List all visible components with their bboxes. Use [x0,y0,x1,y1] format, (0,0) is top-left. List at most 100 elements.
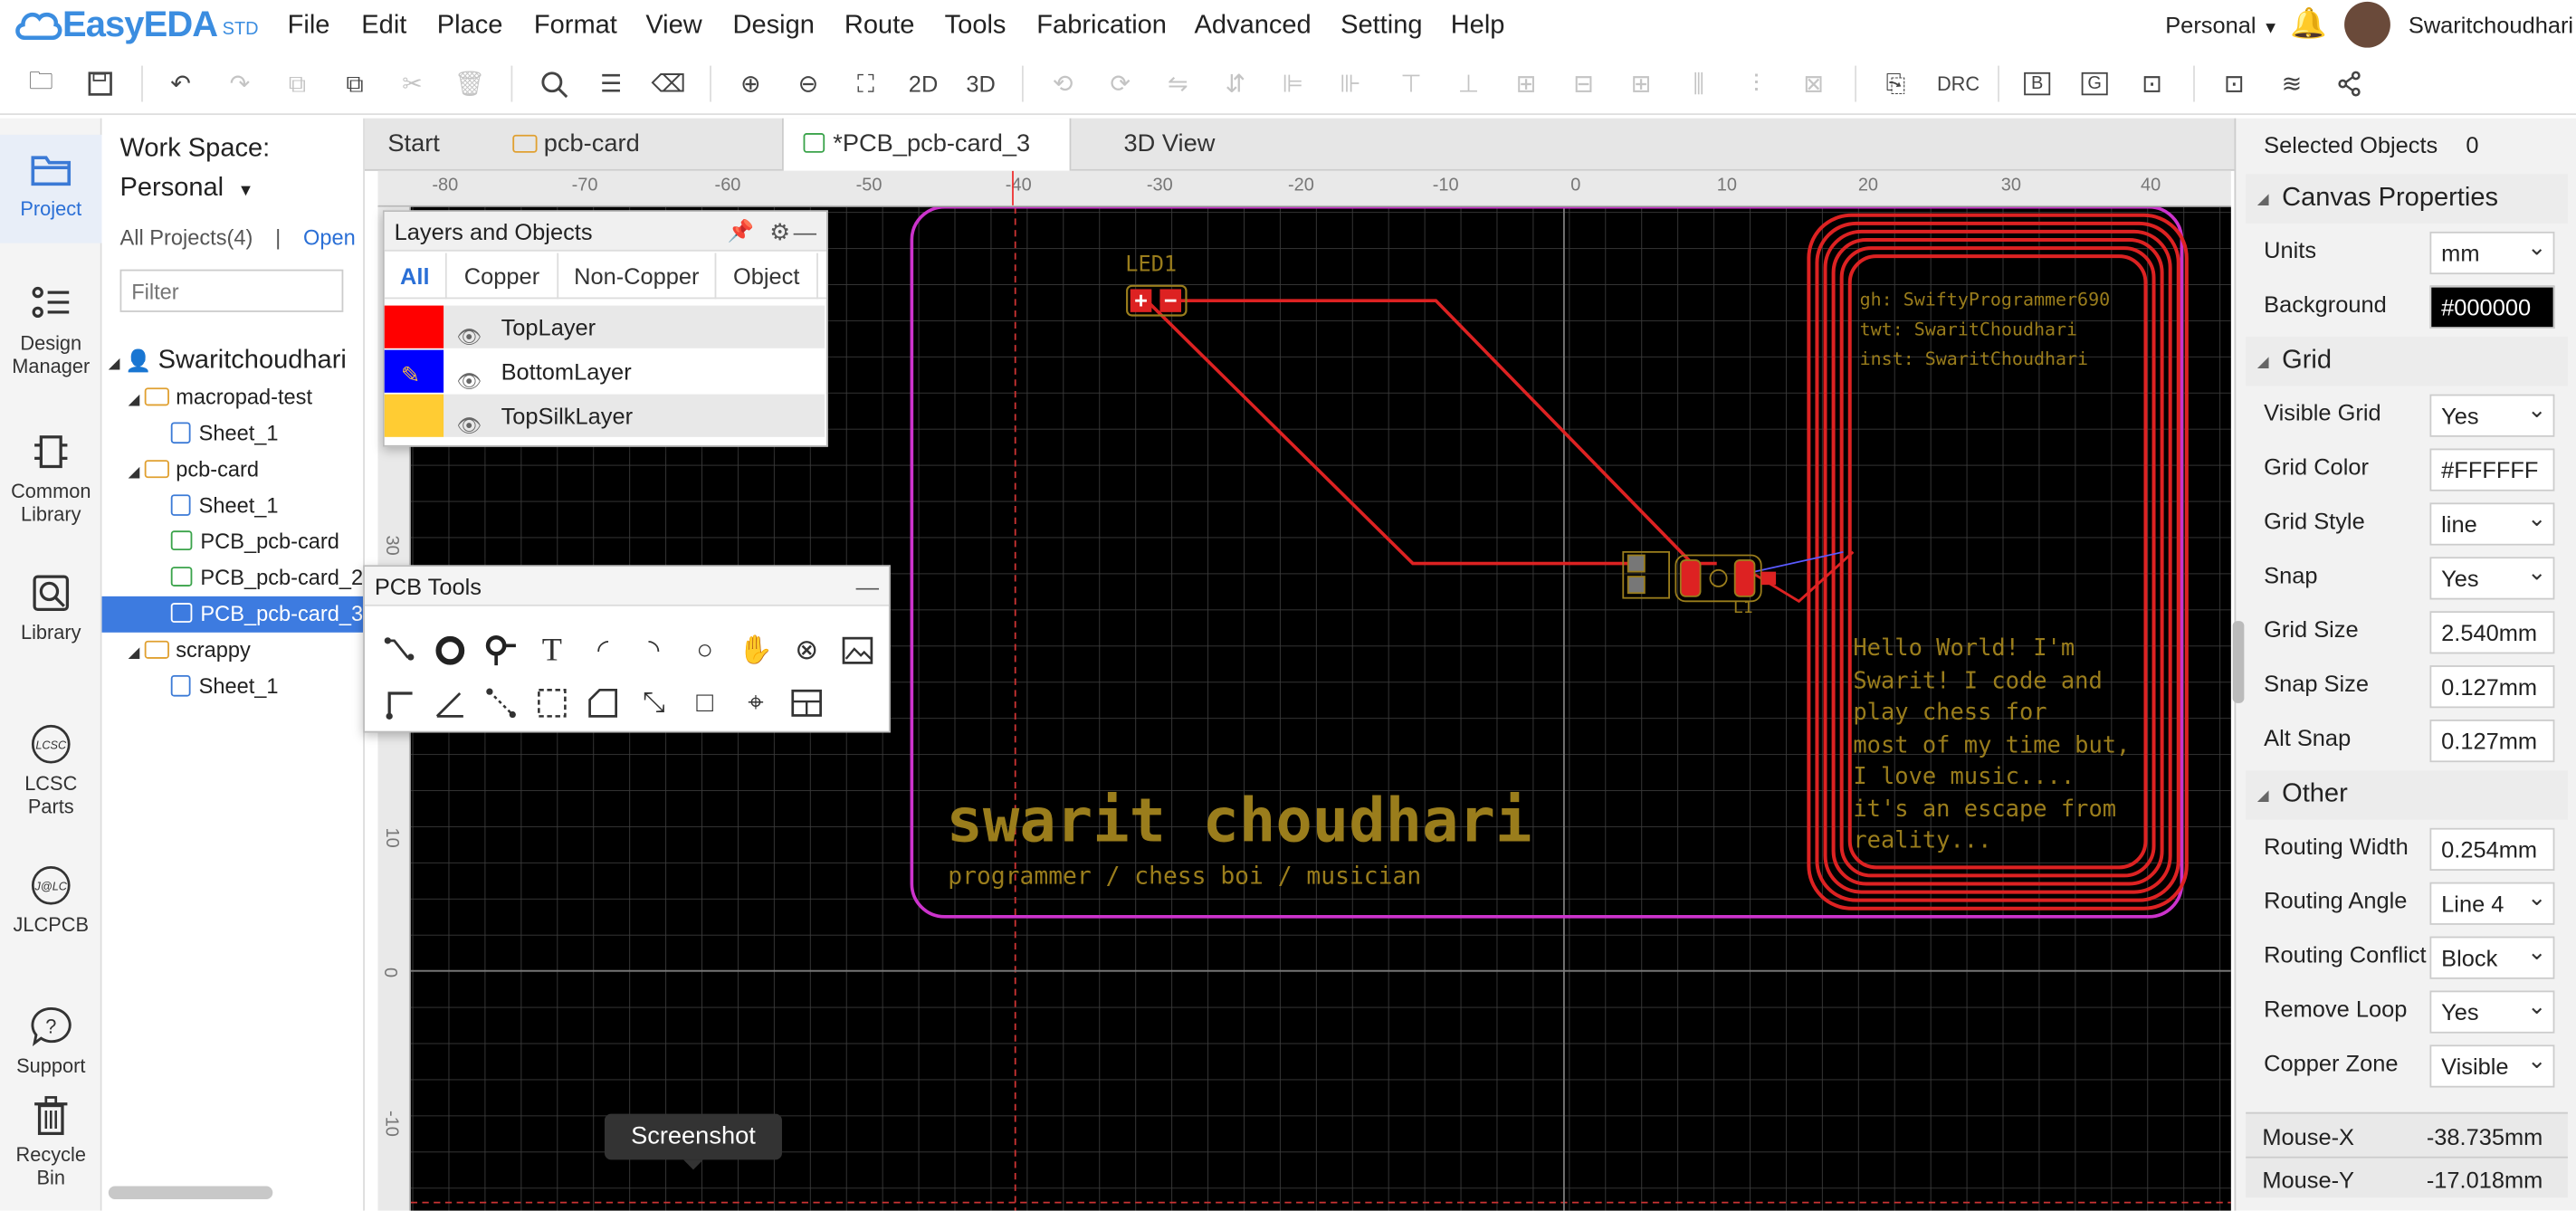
tree-folder-row[interactable]: ◢ macropad-test [102,379,364,415]
save-icon[interactable] [79,62,121,105]
section-canvas[interactable]: Canvas Properties [2246,174,2568,224]
align-right-icon[interactable]: ⊪ [1329,62,1371,105]
redo-icon[interactable]: ↷ [218,62,261,105]
alt-snap-field[interactable]: 0.127mm [2429,719,2555,763]
distribute-grid-icon[interactable]: ⊠ [1792,62,1835,105]
tree-sheet-row[interactable]: Sheet_1 [102,415,364,452]
solid-region-icon[interactable] [582,682,625,724]
cut-icon[interactable]: ✂ [391,62,434,105]
rail-support[interactable]: ? Support [0,1006,102,1078]
layers-icon[interactable]: ≋ [2270,62,2313,105]
pin-icon[interactable]: 📌 [728,212,754,252]
gear-icon[interactable]: ⚙ [769,212,790,252]
rotate-left-icon[interactable]: ⟲ [1042,62,1084,105]
menu-place[interactable]: Place [437,12,503,42]
units-select[interactable]: mm [2429,231,2555,275]
menu-edit[interactable]: Edit [361,12,406,42]
all-projects-link[interactable]: All Projects(4) [119,225,253,250]
section-grid[interactable]: Grid [2246,337,2568,386]
menu-setting[interactable]: Setting [1340,12,1422,42]
tree-pcb-row[interactable]: PCB_pcb-card_2 [102,560,363,596]
distribute-h-icon[interactable]: ⫼ [1677,62,1720,105]
grid-color-field[interactable]: #FFFFFF [2429,448,2555,491]
menu-view[interactable]: View [645,12,701,42]
search-icon[interactable] [532,62,575,105]
share-icon[interactable] [2328,62,2371,105]
rail-lcsc-parts[interactable]: LCSC LCSC Parts [0,723,102,818]
b-doc-icon[interactable]: B [2016,62,2058,105]
layers-tab-all[interactable]: All [385,253,447,300]
tree-user-row[interactable]: ◢ 👤 Swaritchoudhari [102,343,364,379]
routing-width-field[interactable]: 0.254mm [2429,827,2555,871]
routing-conflict-select[interactable]: Block [2429,936,2555,979]
delete-icon[interactable]: 🗑 [449,62,491,105]
image-tool-icon[interactable] [836,629,879,672]
center-arc-tool-icon[interactable]: ◝ [633,629,675,672]
image-export-icon[interactable]: ⊡ [2213,62,2256,105]
workspace-selector[interactable]: Personal ▼ [119,174,253,204]
layers-tab-object[interactable]: Object [716,253,818,300]
tab-start[interactable]: Start [368,119,493,171]
visible-grid-select[interactable]: Yes [2429,394,2555,437]
open-folder-icon[interactable]: 🗀 [20,62,62,105]
eye-icon[interactable]: 👁 [457,405,482,447]
flip-horizontal-icon[interactable]: ⇋ [1157,62,1199,105]
align-left-icon[interactable]: ⊫ [1272,62,1314,105]
menu-file[interactable]: File [288,12,330,42]
tree-folder-row[interactable]: ◢ scrappy [102,633,364,669]
align-top-icon[interactable]: ⊤ [1390,62,1433,105]
track-tool-icon[interactable] [377,629,420,672]
drc-button[interactable]: DRC [1932,62,1985,105]
background-color-field[interactable]: #000000 [2429,285,2555,329]
easyeda-logo[interactable]: EasyEDA STD [14,4,259,46]
flip-vertical-icon[interactable]: ⇵ [1214,62,1256,105]
rotate-right-icon[interactable]: ⟳ [1099,62,1141,105]
panel-resize-handle[interactable] [2232,621,2245,703]
tree-sheet-row[interactable]: Sheet_1 [102,669,364,705]
align-grid-icon[interactable]: ⊞ [1620,62,1663,105]
horizontal-scrollbar[interactable] [108,1186,273,1199]
hand-tool-icon[interactable]: ✋ [734,629,777,672]
avatar[interactable] [2344,1,2390,48]
duplicate-icon[interactable]: ⧉ [333,62,376,105]
layers-panel-header[interactable]: Layers and Objects 📌 ⚙ — [384,212,826,252]
copper-zone-select[interactable]: Visible [2429,1044,2555,1088]
component-icon[interactable]: ⊡ [2131,62,2173,105]
copper-area-icon[interactable] [530,682,573,724]
layer-color-swatch[interactable] [384,394,444,437]
tab-pcb-card[interactable]: pcb-card [493,119,782,171]
import-icon[interactable]: ⎘ [1875,62,1917,105]
layer-color-swatch[interactable] [384,305,444,348]
tree-sheet-row[interactable]: Sheet_1 [102,488,364,524]
distribute-v-icon[interactable]: ⫶ [1735,62,1778,105]
filter-input[interactable] [119,269,344,312]
pad-tool-icon[interactable] [429,629,472,672]
menu-route[interactable]: Route [844,12,915,42]
align-center-h-icon[interactable]: ⊞ [1505,62,1548,105]
rail-common-library[interactable]: Common Library [0,431,102,526]
bell-icon[interactable]: 🔔 [2290,6,2327,41]
rail-recycle-bin[interactable]: Recycle Bin [0,1094,102,1189]
fit-view-icon[interactable]: ⛶ [844,62,887,105]
align-center-v-icon[interactable]: ⊟ [1562,62,1605,105]
pcb-tools-header[interactable]: PCB Tools — [364,567,889,606]
rail-jlcpcb[interactable]: J@LC JLCPCB [0,864,102,937]
minimize-icon[interactable]: — [794,212,816,252]
tab-pcb-card-3[interactable]: *PCB_pcb-card_3 [781,118,1072,171]
grid-size-field[interactable]: 2.540mm [2429,611,2555,654]
remove-loop-select[interactable]: Yes [2429,990,2555,1034]
zoom-in-icon[interactable]: ⊕ [730,62,772,105]
rail-design-manager[interactable]: Design Manager [0,282,102,377]
undo-icon[interactable]: ↶ [159,62,202,105]
snap-select[interactable]: Yes [2429,557,2555,600]
layer-color-swatch[interactable]: ✎ [384,349,444,393]
circle-tool-icon[interactable]: ○ [683,629,726,672]
layers-tab-copper[interactable]: Copper [447,253,559,300]
align-bottom-icon[interactable]: ⊥ [1447,62,1490,105]
gerber-icon[interactable]: G [2074,62,2116,105]
menu-fabrication[interactable]: Fabrication [1036,12,1167,42]
minimize-icon[interactable]: — [856,567,879,606]
hole-tool-icon[interactable]: ⊗ [786,629,828,672]
layout-icon[interactable] [786,682,828,724]
menu-help[interactable]: Help [1451,12,1505,42]
